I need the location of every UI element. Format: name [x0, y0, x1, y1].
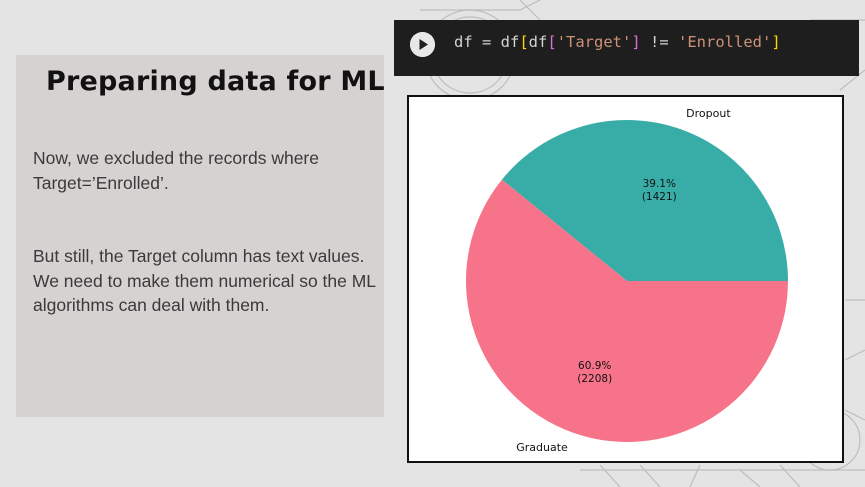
- pie-count-graduate: (2208): [577, 373, 612, 385]
- paragraph-excluded-records: Now, we excluded the records where Targe…: [33, 148, 319, 193]
- pie-chart-panel: Dropout 39.1% (1421) Graduate 60.9% (2208): [407, 95, 844, 463]
- slide-title: Preparing data for ML: [46, 66, 385, 97]
- run-cell-button[interactable]: [410, 32, 435, 57]
- pie-label-dropout: Dropout: [686, 107, 731, 120]
- pie-percent-graduate: 60.9%: [578, 360, 611, 372]
- pie-percent-dropout: 39.1%: [643, 178, 676, 190]
- pie-label-graduate: Graduate: [516, 441, 568, 454]
- pie-chart: Dropout 39.1%(1421) Graduate 60.9%(2208): [466, 107, 788, 454]
- play-icon: [410, 32, 435, 57]
- code-line[interactable]: df = df[df['Target'] != 'Enrolled']: [454, 33, 781, 51]
- pie-count-dropout: (1421): [642, 191, 677, 203]
- paragraph-text-values: But still, the Target column has text va…: [33, 246, 376, 315]
- text-panel: [16, 55, 384, 417]
